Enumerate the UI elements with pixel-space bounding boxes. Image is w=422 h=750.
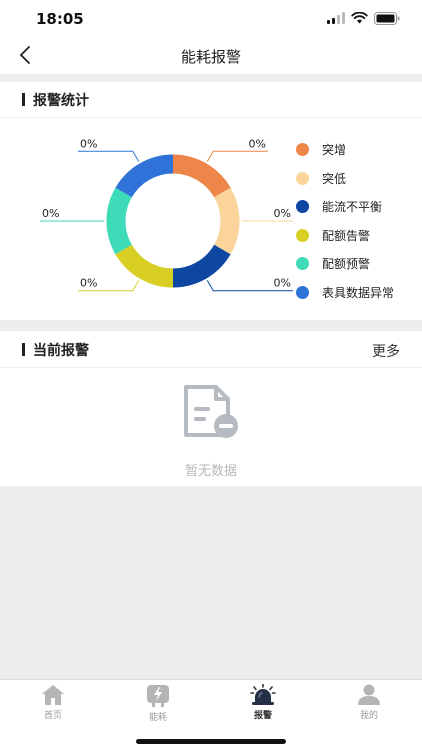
alarm-stats-header: 报警统计: [0, 82, 422, 118]
legend-label: 能流不平衡: [322, 200, 383, 214]
donut-slice: [115, 154, 174, 198]
donut-slice: [115, 244, 174, 288]
battery-icon: [374, 11, 400, 25]
legend-label: 突增: [322, 143, 347, 157]
legend-item[interactable]: 配额预警: [296, 254, 416, 272]
status-time: 18:05: [36, 10, 84, 28]
legend-swatch: [296, 200, 309, 213]
data-label: 0%: [80, 277, 97, 290]
legend-item[interactable]: 配额告警: [296, 226, 416, 244]
tab-alarm[interactable]: 报警: [238, 684, 288, 721]
current-alarms-title: 当前报警: [33, 343, 89, 359]
nav-bar: 能耗报警: [0, 36, 422, 74]
tab-home[interactable]: 首页: [28, 684, 78, 721]
tab-profile[interactable]: 我的: [344, 684, 394, 721]
more-link[interactable]: 更多: [372, 341, 400, 361]
empty-document-icon: [184, 385, 238, 438]
signal-icon: [327, 12, 345, 24]
legend-item[interactable]: 突增: [296, 140, 416, 158]
profile-icon: [358, 684, 380, 705]
data-label: 0%: [249, 137, 266, 150]
data-label: 0%: [274, 207, 291, 220]
legend-swatch: [296, 257, 309, 270]
tab-alarm-label: 报警: [253, 711, 272, 721]
legend-item[interactable]: 能流不平衡: [296, 197, 416, 215]
data-label-leader: [78, 150, 140, 162]
legend-label: 突低: [322, 171, 347, 186]
alarm-donut-chart: 0% 0% 0% 0% 0% 0%: [40, 137, 293, 292]
legend-label: 表具数据异常: [322, 285, 395, 300]
legend-swatch: [296, 143, 309, 156]
legend-swatch: [296, 228, 309, 242]
legend-swatch: [296, 285, 309, 299]
donut-slice: [106, 187, 133, 255]
home-icon: [42, 685, 64, 705]
donut-slice: [172, 154, 231, 198]
section-marker: [22, 343, 25, 356]
alarm-stats-title: 报警统计: [33, 93, 89, 109]
tab-home-label: 首页: [43, 711, 62, 721]
empty-state-text: 暂无数据: [184, 464, 237, 479]
tab-profile-label: 我的: [359, 711, 378, 721]
wifi-icon: [351, 12, 368, 24]
status-icons: [327, 11, 400, 25]
alarm-stats-card: 报警统计 0% 0% 0% 0% 0% 0% 突增突低能流不平衡配额告警配额预警表具数据异…: [0, 82, 422, 320]
donut-slice: [172, 244, 231, 288]
status-bar: 18:05: [0, 0, 422, 36]
donut-slice: [213, 187, 240, 255]
legend-item[interactable]: 突低: [296, 169, 416, 187]
legend-label: 配额告警: [322, 228, 371, 243]
current-alarms-header: 当前报警 更多: [0, 332, 422, 368]
legend-label: 配额预警: [322, 257, 371, 271]
alarm-icon: [250, 684, 276, 705]
home-indicator: [136, 739, 286, 744]
data-label: 0%: [42, 207, 59, 220]
data-label: 0%: [274, 277, 291, 290]
legend-item[interactable]: 表具数据异常: [296, 283, 416, 301]
tab-energy[interactable]: 能耗: [133, 684, 183, 723]
page-title: 能耗报警: [180, 48, 241, 66]
data-label: 0%: [80, 137, 97, 150]
tab-energy-label: 能耗: [148, 713, 167, 723]
energy-icon: [147, 685, 169, 707]
legend-swatch: [296, 171, 309, 185]
data-label-leader: [206, 150, 268, 162]
section-marker: [22, 93, 25, 106]
